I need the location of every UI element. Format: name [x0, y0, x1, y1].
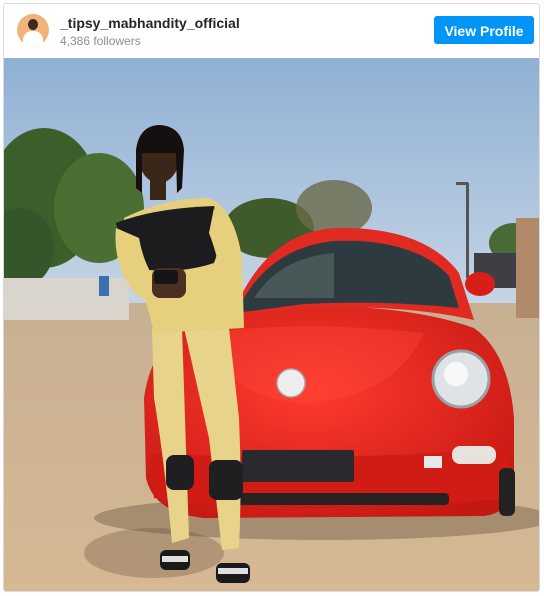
wall-right: [516, 218, 539, 318]
photo-illustration: [4, 58, 539, 591]
side-mirror: [465, 272, 495, 296]
avatar-head: [28, 19, 38, 30]
post-photo[interactable]: [4, 58, 539, 591]
street-light: [466, 183, 469, 278]
post-header: _tipsy_mabhandity_official 4,386 followe…: [4, 4, 539, 58]
view-profile-button[interactable]: View Profile: [434, 16, 534, 44]
follower-count: 4,386 followers: [60, 34, 141, 48]
instagram-post-card: _tipsy_mabhandity_official 4,386 followe…: [3, 3, 540, 592]
wall-left: [4, 278, 129, 320]
avatar-body: [23, 31, 43, 46]
username[interactable]: _tipsy_mabhandity_official: [60, 15, 240, 31]
license-plate: [242, 450, 354, 482]
vw-badge: [276, 368, 306, 398]
avatar[interactable]: [17, 14, 49, 46]
